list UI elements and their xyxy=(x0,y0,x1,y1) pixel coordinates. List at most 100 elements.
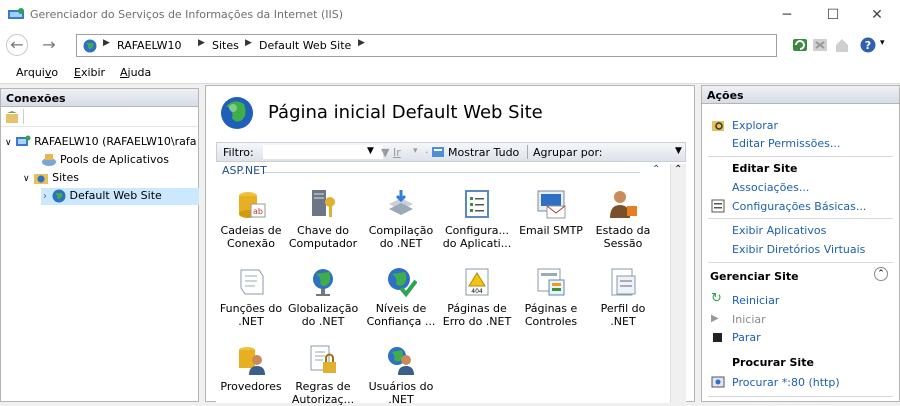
manage-site-heading: Gerenciar Site xyxy=(710,270,799,283)
iis-app-icon xyxy=(8,8,24,19)
close-button[interactable]: ✕ xyxy=(854,0,900,30)
server-icon xyxy=(16,135,31,146)
feature-providers[interactable]: Provedores xyxy=(216,344,286,393)
filter-go-button[interactable]: ▼ Ir xyxy=(381,146,401,159)
stop-icon xyxy=(713,333,722,342)
home-icon[interactable] xyxy=(834,37,850,53)
net-profile-icon xyxy=(611,268,636,296)
page-title: Página inicial Default Web Site xyxy=(268,102,543,123)
bindings-link[interactable]: Associações... xyxy=(732,181,809,194)
browse-80-link[interactable]: Procurar *:80 (http) xyxy=(732,376,840,389)
tree-item-app-pools[interactable]: Pools de Aplicativos xyxy=(41,153,169,167)
feature-net-roles[interactable]: Funções do .NET xyxy=(216,266,286,328)
start-link[interactable]: Iniciar xyxy=(732,313,766,326)
restart-link[interactable]: Reiniciar xyxy=(732,294,779,307)
svg-text:ab: ab xyxy=(253,207,263,216)
basic-settings-link[interactable]: Configurações Básicas... xyxy=(732,200,866,213)
stop-link[interactable]: Parar xyxy=(732,331,761,344)
vertical-scrollbar[interactable]: ⌃ xyxy=(670,164,686,403)
feature-authorization-rules[interactable]: Regras de Autorizaç... xyxy=(288,344,358,406)
feature-session-state[interactable]: Estado da Sessão xyxy=(588,188,658,250)
tree-item-label: Pools de Aplicativos xyxy=(60,153,169,166)
net-compilation-icon xyxy=(389,190,413,215)
show-all-button[interactable]: Mostrar Tudo xyxy=(448,146,519,159)
view-applications-link[interactable]: Exibir Aplicativos xyxy=(732,224,826,237)
feature-machine-key[interactable]: Chave do Computador xyxy=(288,188,358,250)
session-state-icon xyxy=(610,191,637,218)
sites-folder-icon xyxy=(34,174,49,184)
feature-net-trust-levels[interactable]: Níveis de Confiança ... xyxy=(366,266,436,328)
view-dropdown-icon[interactable]: ▼ xyxy=(675,146,682,156)
explore-icon xyxy=(712,121,724,131)
collapse-section-icon[interactable]: ⌃ xyxy=(874,267,888,281)
filter-dropdown-icon[interactable]: ▼ xyxy=(367,146,374,156)
connections-toolbar xyxy=(1,107,198,127)
back-button[interactable]: ← xyxy=(6,34,28,56)
feature-application-settings[interactable]: Configura... do Aplicati... xyxy=(442,188,512,250)
menu-bar: Arquivo Exibir Ajuda xyxy=(0,60,900,84)
menu-arquivo[interactable]: Arquivo xyxy=(16,66,58,79)
explore-link[interactable]: Explorar xyxy=(732,119,778,132)
breadcrumb-server[interactable]: RAFAELW10 xyxy=(117,39,182,52)
tree-item-default-web-site[interactable]: › Default Web Site xyxy=(41,188,199,205)
edit-site-heading: Editar Site xyxy=(732,162,798,175)
feature-net-profile[interactable]: Perfil do .NET xyxy=(588,266,658,328)
maximize-button[interactable]: ☐ xyxy=(810,0,856,30)
view-virtual-directories-link[interactable]: Exibir Diretórios Virtuais xyxy=(732,243,865,256)
connections-panel: Conexões ∨ RAFAELW10 (RAFAELW10\rafa Poo… xyxy=(0,88,199,402)
filter-label: Filtro: xyxy=(223,146,254,159)
feature-pages-controls[interactable]: Páginas e Controles xyxy=(516,266,586,328)
features-list: ASP.NET ⌃ ⌃ ab Cadeias de Conexão Chave … xyxy=(216,164,686,406)
globe-icon xyxy=(83,39,97,53)
globe-icon xyxy=(52,189,65,203)
tree-item-server[interactable]: ∨ RAFAELW10 (RAFAELW10\rafa xyxy=(5,135,196,149)
group-by-button[interactable]: Agrupar por: xyxy=(533,146,603,159)
group-collapse-icon[interactable]: ⌃ xyxy=(652,164,660,175)
filter-input[interactable] xyxy=(263,145,383,159)
expand-icon[interactable]: › xyxy=(43,191,47,202)
edit-permissions-link[interactable]: Editar Permissões... xyxy=(732,137,840,150)
collapse-icon[interactable]: ∨ xyxy=(5,138,12,148)
title-bar: Gerenciador do Serviços de Informações d… xyxy=(0,0,900,30)
application-settings-icon xyxy=(465,190,489,218)
net-trust-levels-icon xyxy=(388,268,417,298)
help-dropdown-icon[interactable]: ▾ xyxy=(880,38,885,48)
site-globe-icon xyxy=(221,97,253,129)
svg-text:404: 404 xyxy=(471,288,483,295)
feature-smtp-email[interactable]: Email SMTP xyxy=(516,188,586,237)
feature-net-compilation[interactable]: Compilação do .NET xyxy=(366,188,436,250)
window-title: Gerenciador do Serviços de Informações d… xyxy=(30,8,344,21)
tree-item-label: Sites xyxy=(52,171,79,184)
actions-panel: Ações Explorar Editar Permissões... Edit… xyxy=(701,85,900,402)
features-view: Página inicial Default Web Site Filtro: … xyxy=(205,85,695,406)
breadcrumb-site[interactable]: Default Web Site xyxy=(259,39,351,52)
app-pool-icon xyxy=(42,154,56,166)
tree-item-sites[interactable]: ∨ Sites xyxy=(23,171,79,185)
breadcrumb-sites[interactable]: Sites xyxy=(212,39,239,52)
feature-net-globalization[interactable]: Globalização do .NET xyxy=(288,266,358,328)
feature-net-users[interactable]: Usuários do .NET xyxy=(366,344,436,406)
minimize-button[interactable]: ─ xyxy=(764,0,810,30)
actions-title: Ações xyxy=(702,86,899,104)
help-icon[interactable]: ? xyxy=(860,37,876,53)
collapse-icon[interactable]: ∨ xyxy=(23,174,30,184)
address-bar[interactable]: ▶ RAFAELW10 ▶ Sites ▶ Default Web Site ▶ xyxy=(76,34,777,57)
providers-icon xyxy=(239,347,265,375)
tree-item-label: Default Web Site xyxy=(69,189,162,202)
group-title: ASP.NET xyxy=(222,164,267,177)
browse-site-heading: Procurar Site xyxy=(732,356,814,369)
refresh-icon[interactable] xyxy=(792,37,808,53)
forward-button[interactable]: → xyxy=(38,34,60,56)
feature-net-error-pages[interactable]: 404 Páginas de Erro do .NET xyxy=(442,266,512,328)
feature-connection-strings[interactable]: ab Cadeias de Conexão xyxy=(216,188,286,250)
stop-icon[interactable] xyxy=(812,37,828,53)
pages-controls-icon xyxy=(537,268,565,296)
net-roles-icon xyxy=(240,269,264,295)
menu-exibir[interactable]: Exibir xyxy=(74,66,105,79)
menu-ajuda[interactable]: Ajuda xyxy=(120,66,151,79)
svg-text:?: ? xyxy=(865,39,871,52)
new-connection-icon[interactable] xyxy=(5,110,19,124)
net-users-icon xyxy=(388,347,414,375)
scroll-up-icon[interactable]: ⌃ xyxy=(674,164,682,175)
filter-bar: Filtro: ▼ ▼ Ir ▾ · Mostrar Tudo Agrupar … xyxy=(216,142,686,162)
